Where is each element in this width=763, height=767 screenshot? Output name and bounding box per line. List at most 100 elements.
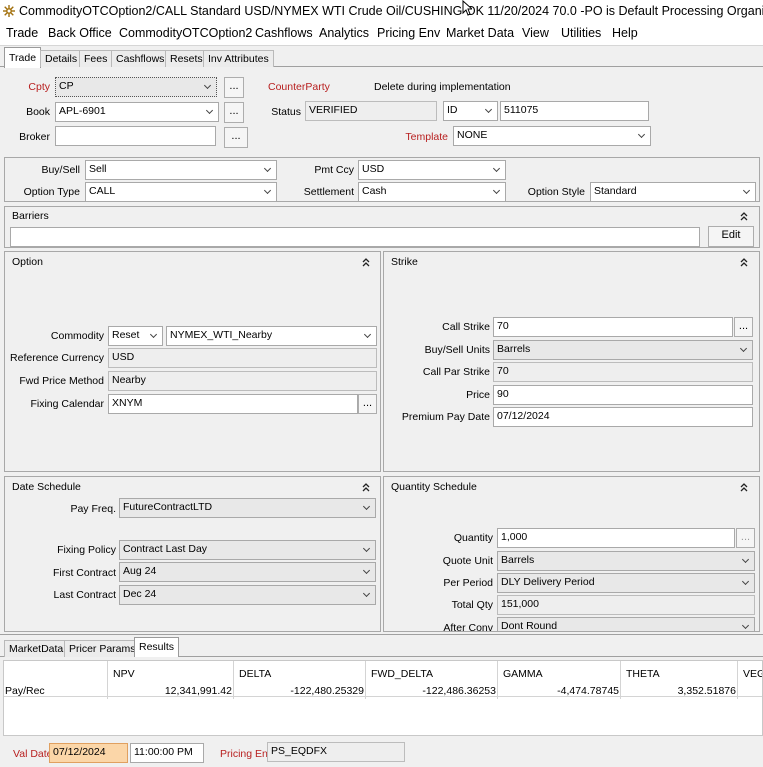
quantity-schedule-title: Quantity Schedule (391, 481, 477, 493)
price-field[interactable]: 90 (493, 385, 753, 405)
bsunits-select[interactable]: Barrels (493, 340, 753, 360)
valdate-field[interactable]: 07/12/2024 (49, 743, 128, 763)
id-field[interactable]: 511075 (500, 101, 649, 121)
cell-theta: 3,352.51876 (677, 685, 736, 697)
perperiod-label: Per Period (443, 577, 493, 589)
callpar-label: Call Par Strike (422, 366, 490, 378)
pmtccy-label: Pmt Ccy (314, 164, 354, 176)
optionstyle-label: Option Style (527, 186, 585, 198)
mouse-cursor-icon (462, 0, 472, 16)
cell-gamma: -4,474.78745 (557, 685, 619, 697)
book-select[interactable]: APL-6901 (55, 102, 219, 122)
quantity-field[interactable]: 1,000 (497, 528, 735, 548)
commodity-label: Commodity (50, 330, 104, 342)
cpty-select[interactable]: CP (55, 77, 217, 97)
menu-view[interactable]: View (522, 26, 549, 40)
tab-fees[interactable]: Fees (79, 50, 113, 67)
optiontype-select[interactable]: CALL (85, 182, 277, 202)
commodity-select[interactable]: NYMEX_WTI_Nearby (166, 326, 377, 346)
settlement-select[interactable]: Cash (358, 182, 506, 202)
afterconv-row: After Conv Dont Round (384, 617, 759, 631)
menu-back-office[interactable]: Back Office (48, 26, 112, 40)
broker-lookup-button[interactable]: ... (224, 127, 248, 148)
tab-cashflows[interactable]: Cashflows (111, 50, 170, 67)
fixingcal-lookup-button[interactable]: ... (358, 394, 377, 414)
menu-help[interactable]: Help (612, 26, 638, 40)
totalqty-field: 151,000 (497, 595, 755, 615)
barriers-edit-button[interactable]: Edit (708, 226, 754, 247)
col-vega[interactable]: VEGA (743, 668, 762, 680)
perperiod-select[interactable]: DLY Delivery Period (497, 573, 755, 593)
totalqty-label: Total Qty (451, 599, 493, 611)
barriers-field[interactable] (10, 227, 700, 247)
refccy-field: USD (108, 348, 377, 368)
counterparty-note: Delete during implementation (374, 81, 511, 93)
menu-pricing-env[interactable]: Pricing Env (377, 26, 440, 40)
payfreq-label: Pay Freq. (70, 503, 116, 515)
collapse-icon[interactable] (739, 481, 749, 493)
menu-bar: Trade Back Office CommodityOTCOption2 Ca… (0, 22, 763, 46)
tab-pricer-params[interactable]: Pricer Params (64, 640, 141, 657)
collapse-icon[interactable] (361, 481, 371, 493)
template-select[interactable]: NONE (453, 126, 651, 146)
book-label: Book (26, 106, 50, 118)
cpty-lookup-button[interactable]: ... (224, 77, 244, 98)
barriers-title: Barriers (12, 210, 49, 222)
window-title: CommodityOTCOption2/CALL Standard USD/NY… (19, 4, 763, 18)
tab-results[interactable]: Results (134, 637, 180, 657)
col-gamma[interactable]: GAMMA (503, 668, 543, 680)
book-lookup-button[interactable]: ... (224, 102, 244, 123)
status-label: Status (271, 106, 301, 118)
tab-inv-attributes[interactable]: Inv Attributes (203, 50, 274, 67)
menu-analytics[interactable]: Analytics (319, 26, 369, 40)
collapse-icon[interactable] (739, 210, 749, 222)
payfreq-select[interactable]: FutureContractLTD (119, 498, 376, 518)
col-fwd-delta[interactable]: FWD_DELTA (371, 668, 433, 680)
option-title: Option (12, 256, 43, 268)
tab-trade[interactable]: Trade (4, 47, 42, 68)
settlement-label: Settlement (303, 186, 354, 198)
fwdprice-label: Fwd Price Method (19, 375, 104, 387)
lastcontract-select[interactable]: Dec 24 (119, 585, 376, 605)
col-npv[interactable]: NPV (113, 668, 135, 680)
afterconv-select[interactable]: Dont Round (497, 617, 755, 631)
bottom-divider (0, 634, 763, 635)
menu-cashflows[interactable]: Cashflows (255, 26, 313, 40)
fixingcal-field[interactable]: XNYM (108, 394, 358, 414)
quoteunit-label: Quote Unit (442, 555, 493, 567)
id-type-select[interactable]: ID (443, 101, 498, 121)
menu-commodity-otc-option2[interactable]: CommodityOTCOption2 (119, 26, 252, 40)
col-theta[interactable]: THETA (626, 668, 660, 680)
cell-delta: -122,480.25329 (290, 685, 364, 697)
menu-market-data[interactable]: Market Data (446, 26, 514, 40)
quoteunit-select[interactable]: Barrels (497, 551, 755, 571)
menu-trade[interactable]: Trade (6, 26, 38, 40)
firstcontract-select[interactable]: Aug 24 (119, 562, 376, 582)
fixingpolicy-label: Fixing Policy (57, 544, 116, 556)
optionstyle-select[interactable]: Standard (590, 182, 756, 202)
premdate-label: Premium Pay Date (401, 411, 490, 423)
title-bar: CommodityOTCOption2/CALL Standard USD/NY… (0, 0, 763, 22)
tab-details[interactable]: Details (40, 50, 83, 67)
tab-resets[interactable]: Resets (165, 50, 208, 67)
date-schedule-title: Date Schedule (12, 481, 81, 493)
callstrike-lookup-button[interactable]: ... (734, 317, 753, 337)
premdate-field[interactable]: 07/12/2024 (493, 407, 753, 427)
pricingenv-label: Pricing Env (220, 748, 274, 760)
pmtccy-select[interactable]: USD (358, 160, 506, 180)
col-delta[interactable]: DELTA (239, 668, 271, 680)
buysell-select[interactable]: Sell (85, 160, 277, 180)
commodity-mode-select[interactable]: Reset (108, 326, 163, 346)
collapse-icon[interactable] (739, 256, 749, 268)
time-field[interactable]: 11:00:00 PM (130, 743, 204, 763)
broker-field[interactable] (55, 126, 216, 146)
collapse-icon[interactable] (361, 256, 371, 268)
tab-marketdata[interactable]: MarketData (4, 640, 69, 657)
quantity-lookup-button[interactable]: ... (736, 528, 755, 548)
callstrike-field[interactable]: 70 (493, 317, 733, 337)
fixingpolicy-select[interactable]: Contract Last Day (119, 540, 376, 560)
menu-utilities[interactable]: Utilities (561, 26, 601, 40)
quantity-label: Quantity (453, 532, 493, 544)
optiontype-label: Option Type (23, 186, 80, 198)
status-field: VERIFIED (305, 101, 437, 121)
